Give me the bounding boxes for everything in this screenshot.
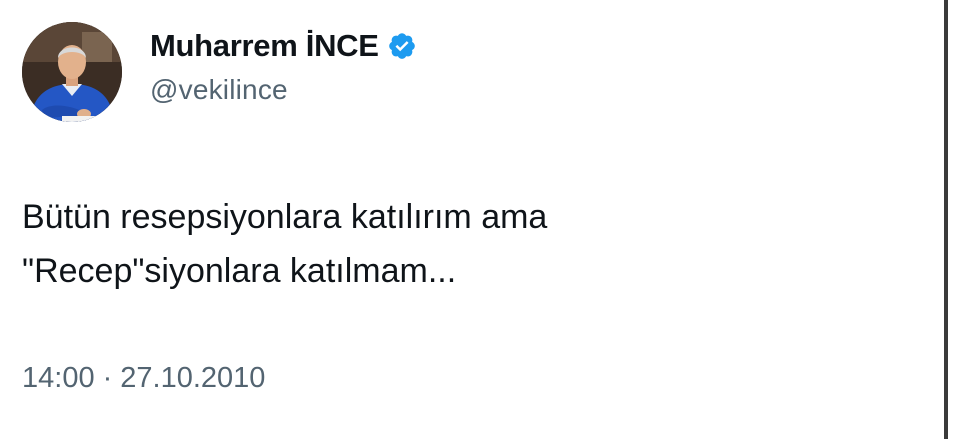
tweet-card: Muharrem İNCE @vekilince Bütün resepsiyo… [0,0,959,439]
avatar[interactable] [22,22,122,122]
timestamp-separator: · [102,362,113,394]
author-name-row[interactable]: Muharrem İNCE [150,26,417,66]
tweet-text: Bütün resepsiyonlara katılırım ama "Rece… [22,198,548,290]
verified-badge-icon [387,31,417,61]
avatar-photo-icon [22,22,122,122]
tweet-time[interactable]: 14:00 [22,362,95,395]
author-handle[interactable]: @vekilince [150,74,288,106]
right-edge-divider [944,0,948,439]
author-display-name[interactable]: Muharrem İNCE [150,28,379,64]
tweet-timestamp[interactable]: 14:00 · 27.10.2010 [22,362,265,395]
tweet-date[interactable]: 27.10.2010 [120,362,265,395]
